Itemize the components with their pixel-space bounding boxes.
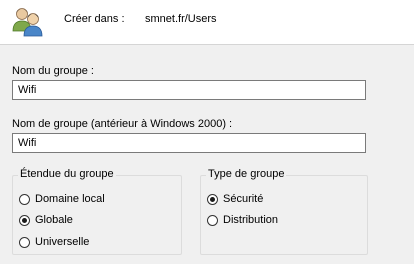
radio-universal[interactable]	[19, 236, 30, 248]
group-scope-title: Étendue du groupe	[18, 168, 116, 180]
type-option-distribution[interactable]: Distribution	[207, 214, 278, 226]
type-option-label: Distribution	[223, 214, 279, 226]
create-in-path: smnet.fr/Users	[145, 13, 217, 25]
create-in-label: Créer dans :	[64, 13, 125, 25]
group-name-pre2000-input[interactable]	[12, 133, 366, 153]
dialog-body: Nom du groupe : Nom de groupe (antérieur…	[0, 45, 414, 264]
users-group-icon	[12, 8, 43, 37]
type-option-label: Sécurité	[223, 193, 264, 205]
dialog-header: Créer dans : smnet.fr/Users	[0, 0, 414, 44]
group-type-box: Type de groupe Sécurité Distribution	[200, 168, 368, 255]
scope-option-global[interactable]: Globale	[19, 214, 73, 226]
scope-option-label: Domaine local	[35, 193, 105, 205]
radio-distribution[interactable]	[207, 214, 218, 226]
group-name-label: Nom du groupe :	[12, 65, 94, 77]
group-type-title: Type de groupe	[206, 168, 287, 180]
type-option-security[interactable]: Sécurité	[207, 193, 263, 205]
radio-security[interactable]	[207, 193, 218, 205]
group-name-input[interactable]	[12, 80, 366, 100]
scope-option-label: Globale	[35, 214, 73, 226]
radio-global[interactable]	[19, 214, 30, 226]
scope-option-universal[interactable]: Universelle	[19, 236, 89, 248]
group-scope-box: Étendue du groupe Domaine local Globale …	[12, 168, 182, 255]
scope-option-label: Universelle	[35, 236, 90, 248]
group-name-pre2000-label: Nom de groupe (antérieur à Windows 2000)…	[12, 118, 233, 130]
scope-option-domain-local[interactable]: Domaine local	[19, 193, 105, 205]
radio-domain-local[interactable]	[19, 193, 30, 205]
